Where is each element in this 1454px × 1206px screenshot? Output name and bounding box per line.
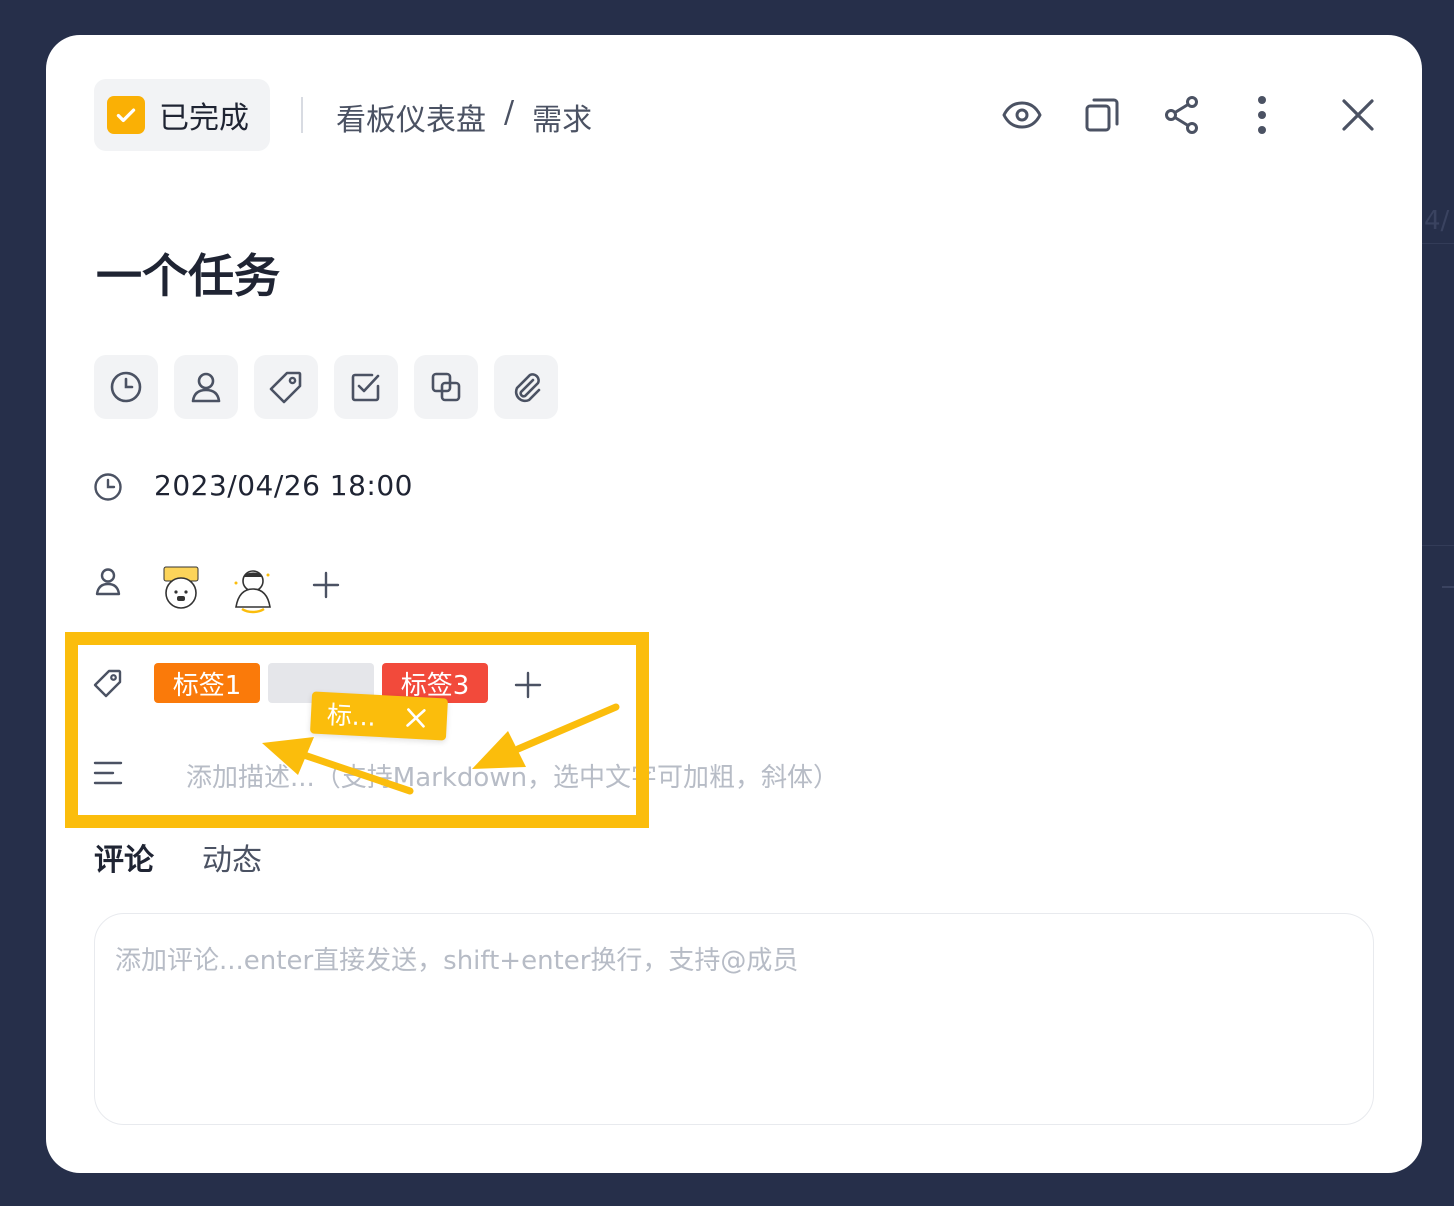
user-icon (191, 372, 221, 403)
due-date-value[interactable]: 2023/04/26 18:00 (154, 469, 413, 502)
share-icon (1165, 96, 1198, 134)
attachment-icon (514, 373, 541, 403)
add-tag-button[interactable] (254, 355, 318, 419)
tag-icon (93, 669, 122, 698)
copy-icon (431, 372, 461, 402)
tag-label: 标签1 (172, 670, 242, 701)
close-icon (1342, 99, 1374, 131)
header-divider (301, 97, 303, 133)
add-subtask-button[interactable] (414, 355, 478, 419)
background-dash (1442, 586, 1454, 588)
checkbox-checked-icon (107, 96, 145, 134)
task-title[interactable]: 一个任务 (96, 240, 280, 306)
more-vertical-icon (1258, 96, 1266, 134)
tag-chip[interactable]: 标签1 (154, 663, 260, 703)
eye-icon (1002, 101, 1042, 129)
plus-icon (514, 671, 542, 699)
plus-icon (312, 571, 340, 599)
field-toolbar (94, 355, 558, 419)
task-detail-modal: 已完成 看板仪表盘 / 需求 一个任务 2023/04/26 18:00 标签1… (46, 35, 1422, 1173)
description-field-icon (92, 757, 124, 789)
add-attachment-button[interactable] (494, 355, 558, 419)
share-button[interactable] (1158, 91, 1206, 139)
close-icon[interactable] (405, 707, 426, 728)
comment-box (94, 913, 1374, 1125)
assignee-field-icon (92, 565, 124, 597)
clock-icon (94, 473, 122, 501)
breadcrumb-section[interactable]: 需求 (532, 95, 592, 139)
add-checklist-button[interactable] (334, 355, 398, 419)
avatar[interactable] (158, 565, 204, 611)
avatar[interactable] (228, 565, 274, 614)
add-assignee-plus[interactable] (308, 567, 344, 603)
duplicate-button[interactable] (1078, 91, 1126, 139)
background-divider (1422, 545, 1454, 546)
due-date-field-icon (92, 471, 124, 503)
description-input[interactable]: 添加描述...（支持Markdown，选中文字可加粗，斜体） (186, 757, 839, 794)
tab-comments[interactable]: 评论 (94, 835, 154, 879)
annotation-arrow (514, 703, 620, 753)
background-divider (1422, 243, 1454, 244)
background-peek-text: 4/ (1424, 206, 1450, 236)
user-icon (95, 568, 121, 596)
tab-activity[interactable]: 动态 (202, 835, 262, 879)
duplicate-icon (1085, 98, 1119, 132)
tag-label: 标... (326, 700, 377, 732)
add-due-date-button[interactable] (94, 355, 158, 419)
watch-button[interactable] (998, 91, 1046, 139)
status-toggle[interactable]: 已完成 (94, 79, 270, 151)
add-assignee-button[interactable] (174, 355, 238, 419)
tag-icon (269, 371, 302, 404)
dragging-tag-chip[interactable]: 标... (309, 691, 449, 741)
breadcrumb-board[interactable]: 看板仪表盘 (336, 95, 486, 139)
status-label: 已完成 (159, 101, 249, 136)
breadcrumb: 看板仪表盘 / 需求 (336, 95, 592, 139)
activity-tabs: 评论 动态 (94, 835, 262, 879)
comment-input[interactable] (95, 914, 1373, 1124)
add-tag-plus[interactable] (510, 667, 546, 703)
breadcrumb-separator: / (504, 95, 515, 130)
more-button[interactable] (1238, 91, 1286, 139)
checklist-icon (351, 373, 380, 402)
tags-field-icon (92, 667, 124, 699)
clock-icon (110, 371, 142, 403)
close-button[interactable] (1334, 91, 1382, 139)
align-left-icon (93, 761, 123, 785)
